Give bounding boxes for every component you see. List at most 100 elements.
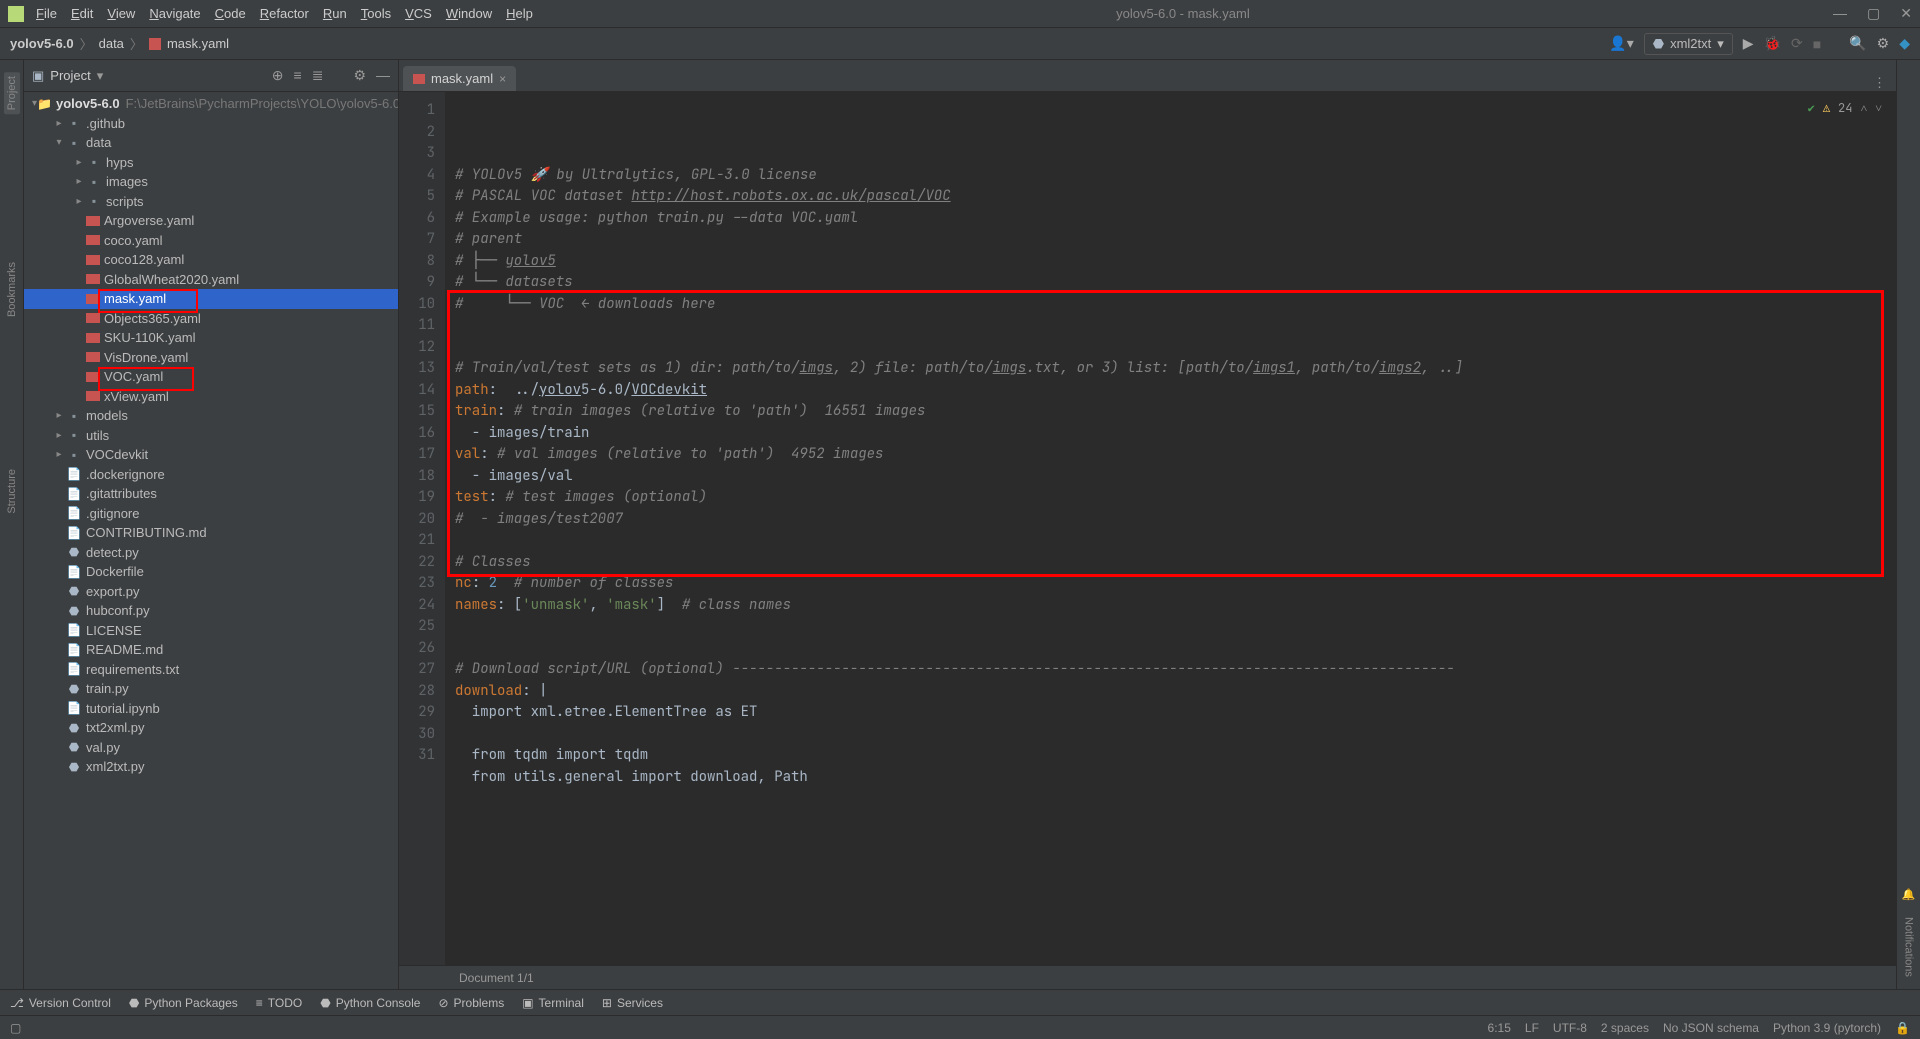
tree-item-utils[interactable]: ▸▪utils [24, 426, 398, 446]
menu-code[interactable]: Code [215, 6, 246, 21]
tree-item-coco-yaml[interactable]: coco.yaml [24, 231, 398, 251]
minimize-button[interactable]: — [1833, 5, 1847, 22]
close-tab-icon[interactable]: × [499, 72, 506, 86]
breadcrumb-folder[interactable]: data [99, 36, 124, 51]
tree-item-models[interactable]: ▸▪models [24, 406, 398, 426]
tree-item-xView-yaml[interactable]: xView.yaml [24, 387, 398, 407]
tree-item-hyps[interactable]: ▸▪hyps [24, 153, 398, 173]
code-with-me-icon[interactable]: ◆ [1899, 35, 1910, 52]
code-line-15[interactable]: - images/val [455, 466, 1886, 488]
tree-item-GlobalWheat2020-yaml[interactable]: GlobalWheat2020.yaml [24, 270, 398, 290]
encoding[interactable]: UTF-8 [1553, 1021, 1587, 1035]
code-line-7[interactable]: # └── VOC ← downloads here [455, 294, 1886, 316]
tool-bookmarks[interactable]: Bookmarks [4, 258, 20, 321]
chevron-up-icon[interactable]: ˄ [1860, 98, 1867, 120]
bottom-tool-todo[interactable]: ≡TODO [256, 996, 302, 1010]
code-editor[interactable]: ✔ ⚠ 24 ˄ ˅ # YOLOv5 🚀 by Ultralytics, GP… [445, 92, 1896, 965]
code-line-25[interactable]: download: | [455, 681, 1886, 703]
collapse-all-icon[interactable]: ≣ [312, 67, 324, 84]
code-line-2[interactable]: # PASCAL VOC dataset http://host.robots.… [455, 186, 1886, 208]
tree-item-VOCdevkit[interactable]: ▸▪VOCdevkit [24, 445, 398, 465]
hide-panel-icon[interactable]: — [376, 67, 390, 84]
tool-project[interactable]: Project [4, 72, 20, 114]
menu-help[interactable]: Help [506, 6, 533, 21]
tree-item-hubconf-py[interactable]: ⬣hubconf.py [24, 601, 398, 621]
tree-item-coco128-yaml[interactable]: coco128.yaml [24, 250, 398, 270]
coverage-button[interactable]: ⟳ [1791, 35, 1803, 52]
user-icon[interactable]: 👤▾ [1609, 35, 1633, 52]
tree-item--gitignore[interactable]: 📄.gitignore [24, 504, 398, 524]
inspection-widget[interactable]: ✔ ⚠ 24 ˄ ˅ [1808, 98, 1882, 120]
code-line-16[interactable]: test: # test images (optional) [455, 487, 1886, 509]
tree-item-scripts[interactable]: ▸▪scripts [24, 192, 398, 212]
menu-view[interactable]: View [107, 6, 135, 21]
code-line-9[interactable] [455, 337, 1886, 359]
code-line-21[interactable]: names: ['unmask', 'mask'] # class names [455, 595, 1886, 617]
expand-all-icon[interactable]: ≡ [294, 67, 302, 84]
tree-item-Objects365-yaml[interactable]: Objects365.yaml [24, 309, 398, 329]
tabs-more-icon[interactable]: ⋮ [1873, 75, 1896, 91]
code-line-27[interactable] [455, 724, 1886, 746]
select-opened-icon[interactable]: ⊕ [272, 67, 284, 84]
code-line-29[interactable]: from utils.general import download, Path [455, 767, 1886, 789]
close-button[interactable]: ✕ [1900, 5, 1912, 22]
tree-item-mask-yaml[interactable]: mask.yaml [24, 289, 398, 309]
tree-item-SKU-110K-yaml[interactable]: SKU-110K.yaml [24, 328, 398, 348]
tree-item-txt2xml-py[interactable]: ⬣txt2xml.py [24, 718, 398, 738]
tree-item-requirements-txt[interactable]: 📄requirements.txt [24, 660, 398, 680]
code-line-13[interactable]: - images/train [455, 423, 1886, 445]
bottom-tool-python-packages[interactable]: ⬣Python Packages [129, 996, 238, 1010]
breadcrumb-root[interactable]: yolov5-6.0 [10, 36, 74, 51]
menu-vcs[interactable]: VCS [405, 6, 432, 21]
code-line-3[interactable]: # Example usage: python train.py --data … [455, 208, 1886, 230]
menu-run[interactable]: Run [323, 6, 347, 21]
tree-item--gitattributes[interactable]: 📄.gitattributes [24, 484, 398, 504]
code-line-4[interactable]: # parent [455, 229, 1886, 251]
code-line-31[interactable] [455, 810, 1886, 832]
code-line-5[interactable]: # ├── yolov5 [455, 251, 1886, 273]
code-line-26[interactable]: import xml.etree.ElementTree as ET [455, 702, 1886, 724]
tree-item-val-py[interactable]: ⬣val.py [24, 738, 398, 758]
menu-navigate[interactable]: Navigate [149, 6, 200, 21]
menu-edit[interactable]: Edit [71, 6, 93, 21]
editor-crumb[interactable]: Document 1/1 [459, 971, 534, 985]
code-line-18[interactable] [455, 530, 1886, 552]
debug-button[interactable]: 🐞 [1764, 35, 1781, 52]
settings-icon[interactable]: ⚙ [1877, 35, 1890, 52]
menu-refactor[interactable]: Refactor [260, 6, 309, 21]
tree-item-images[interactable]: ▸▪images [24, 172, 398, 192]
chevron-down-icon[interactable]: ▾ [97, 68, 104, 84]
tree-item-tutorial-ipynb[interactable]: 📄tutorial.ipynb [24, 699, 398, 719]
code-line-30[interactable] [455, 788, 1886, 810]
editor-tab-mask-yaml[interactable]: mask.yaml × [403, 66, 516, 91]
code-line-22[interactable] [455, 616, 1886, 638]
tree-item-LICENSE[interactable]: 📄LICENSE [24, 621, 398, 641]
tree-item--github[interactable]: ▸▪.github [24, 114, 398, 134]
chevron-down-icon[interactable]: ˅ [1875, 98, 1882, 120]
tree-item-CONTRIBUTING-md[interactable]: 📄CONTRIBUTING.md [24, 523, 398, 543]
line-separator[interactable]: LF [1525, 1021, 1539, 1035]
bottom-tool-terminal[interactable]: ▣Terminal [522, 996, 584, 1010]
run-config-selector[interactable]: ⬣ xml2txt ▾ [1644, 33, 1733, 55]
run-button[interactable]: ▶ [1743, 35, 1754, 52]
tree-root[interactable]: ▾📁yolov5-6.0F:\JetBrains\PycharmProjects… [24, 94, 398, 114]
code-line-1[interactable]: # YOLOv5 🚀 by Ultralytics, GPL-3.0 licen… [455, 165, 1886, 187]
code-line-8[interactable] [455, 315, 1886, 337]
settings-icon[interactable]: ⚙ [353, 67, 366, 84]
code-line-28[interactable]: from tqdm import tqdm [455, 745, 1886, 767]
schema[interactable]: No JSON schema [1663, 1021, 1759, 1035]
tree-item-README-md[interactable]: 📄README.md [24, 640, 398, 660]
tool-notifications[interactable]: Notifications [1903, 917, 1915, 977]
code-line-14[interactable]: val: # val images (relative to 'path') 4… [455, 444, 1886, 466]
code-line-20[interactable]: nc: 2 # number of classes [455, 573, 1886, 595]
code-line-10[interactable]: # Train/val/test sets as 1) dir: path/to… [455, 358, 1886, 380]
tree-item-xml2txt-py[interactable]: ⬣xml2txt.py [24, 757, 398, 777]
tree-item-data[interactable]: ▾▪data [24, 133, 398, 153]
sdk[interactable]: Python 3.9 (pytorch) [1773, 1021, 1881, 1035]
tree-item-VisDrone-yaml[interactable]: VisDrone.yaml [24, 348, 398, 368]
code-line-11[interactable]: path: ../yolov5-6.0/VOCdevkit [455, 380, 1886, 402]
code-line-17[interactable]: # - images/test2007 [455, 509, 1886, 531]
search-icon[interactable]: 🔍 [1849, 35, 1866, 52]
menu-window[interactable]: Window [446, 6, 492, 21]
tree-item--dockerignore[interactable]: 📄.dockerignore [24, 465, 398, 485]
